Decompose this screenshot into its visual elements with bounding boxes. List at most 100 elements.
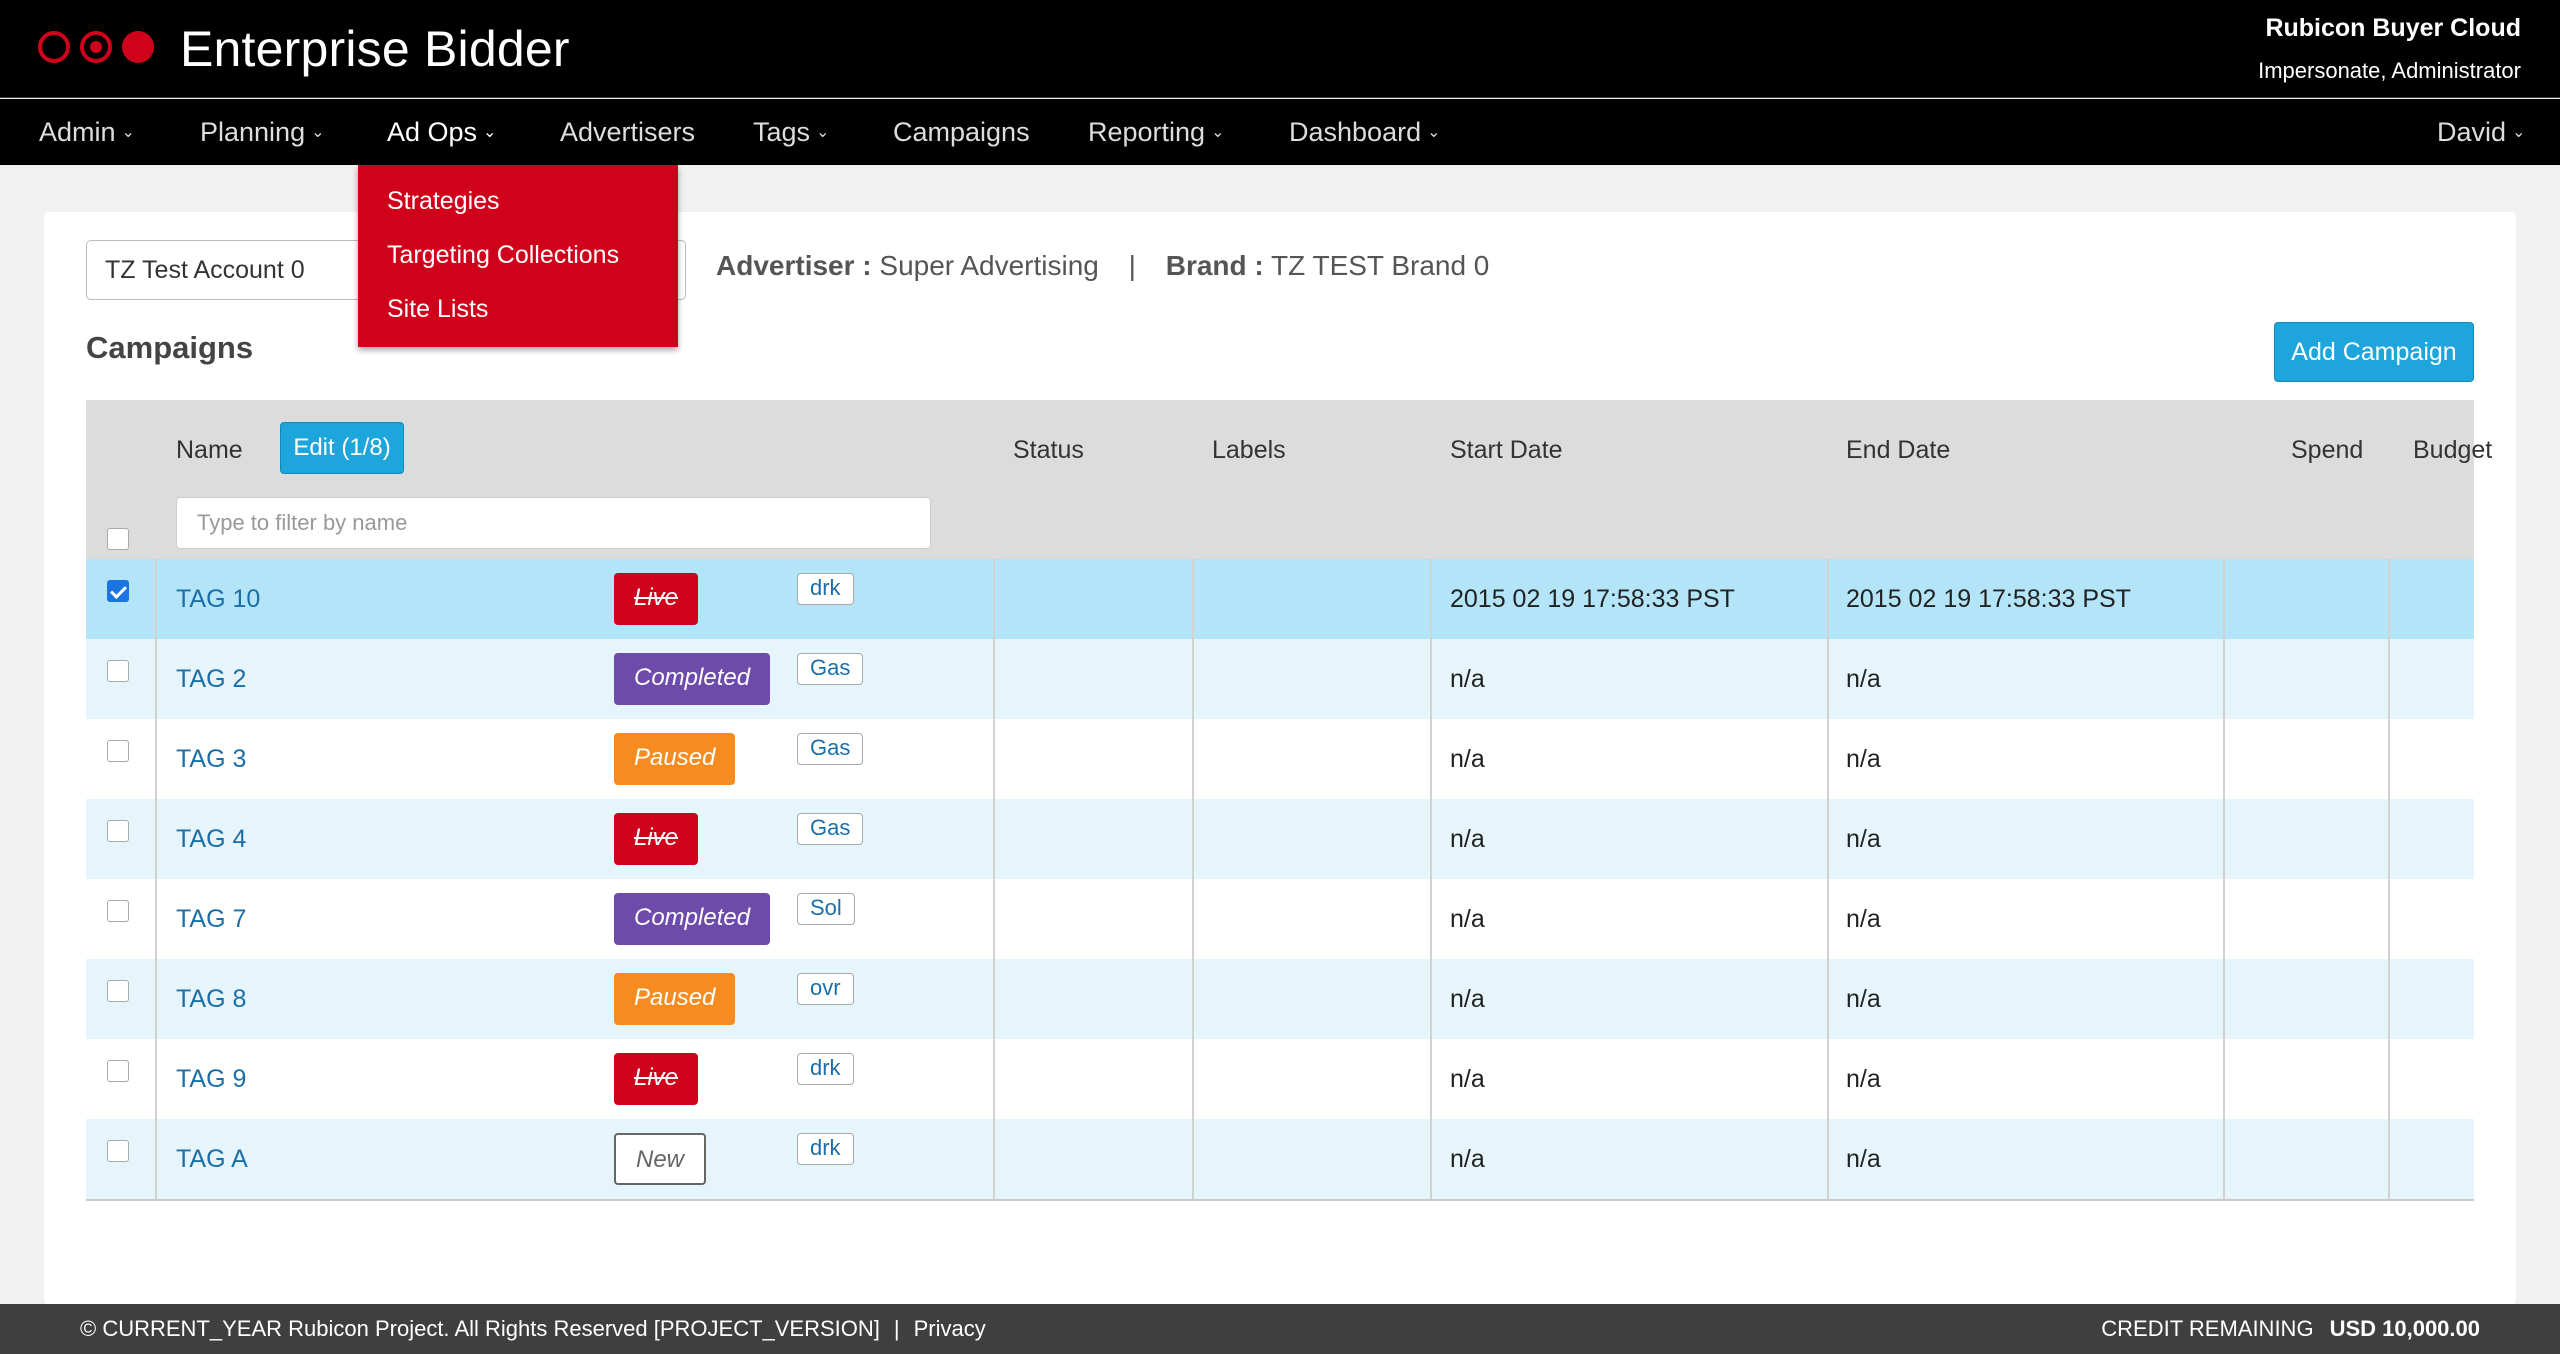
column-divider — [155, 559, 157, 639]
main-nav: Admin ⌄ Planning ⌄ Ad Ops ⌄ Advertisers Tag… — [0, 99, 2560, 165]
table-row[interactable]: TAG 4 Live Gas n/a n/a — [86, 799, 2474, 879]
label-tag[interactable]: Gas — [797, 813, 864, 845]
table-row[interactable]: TAG 8 Paused ovr n/a n/a — [86, 959, 2474, 1039]
nav-advertisers[interactable]: Advertisers — [560, 99, 695, 165]
col-budget[interactable]: Budget — [2413, 436, 2492, 465]
end-date: n/a — [1846, 905, 1881, 933]
add-campaign-button[interactable]: Add Campaign — [2274, 322, 2474, 382]
end-date: n/a — [1846, 665, 1881, 693]
row-checkbox[interactable] — [107, 820, 129, 842]
table-row[interactable]: TAG A New drk n/a n/a — [86, 1119, 2474, 1199]
nav-ad-ops[interactable]: Ad Ops ⌄ — [387, 99, 496, 165]
row-checkbox[interactable] — [107, 980, 129, 1002]
campaign-name-link[interactable]: TAG 10 — [176, 559, 260, 639]
campaign-name-link[interactable]: TAG 9 — [176, 1039, 246, 1119]
row-checkbox[interactable] — [107, 580, 129, 602]
campaign-name-link[interactable]: TAG 7 — [176, 879, 246, 959]
chevron-down-icon: ⌄ — [816, 124, 830, 141]
name-filter-input[interactable] — [176, 497, 931, 549]
col-status[interactable]: Status — [1013, 436, 1084, 465]
label-tag[interactable]: drk — [797, 1133, 854, 1165]
column-divider — [1430, 1119, 1432, 1199]
column-divider — [1192, 879, 1194, 959]
campaign-name-link[interactable]: TAG A — [176, 1119, 248, 1199]
campaign-name-link[interactable]: TAG 3 — [176, 719, 246, 799]
row-checkbox[interactable] — [107, 900, 129, 922]
status-badge: Live — [614, 573, 699, 625]
nav-tags[interactable]: Tags ⌄ — [753, 99, 829, 165]
main-card: TZ Test Account 0 Advertiser : Super Adv… — [44, 212, 2516, 1304]
status-badge: Paused — [614, 733, 736, 785]
column-divider — [1192, 959, 1194, 1039]
nav-label: Tags — [753, 117, 811, 147]
row-checkbox[interactable] — [107, 1060, 129, 1082]
start-date: n/a — [1450, 745, 1485, 773]
col-labels[interactable]: Labels — [1212, 436, 1286, 465]
column-divider — [993, 959, 995, 1039]
column-divider — [1827, 639, 1829, 719]
table-row[interactable]: TAG 9 Live drk n/a n/a — [86, 1039, 2474, 1119]
column-divider — [1827, 879, 1829, 959]
status-badge: New — [614, 1133, 707, 1185]
menu-item-strategies[interactable]: Strategies — [387, 187, 500, 216]
table-row[interactable]: TAG 7 Completed Sol n/a n/a — [86, 879, 2474, 959]
column-divider — [993, 879, 995, 959]
col-end-date[interactable]: End Date — [1846, 436, 1950, 465]
user-name: David — [2437, 117, 2507, 147]
nav-campaigns[interactable]: Campaigns — [893, 99, 1030, 165]
privacy-link[interactable]: Privacy — [914, 1316, 986, 1341]
row-checkbox[interactable] — [107, 1140, 129, 1162]
label-tag[interactable]: Gas — [797, 653, 864, 685]
label-tag[interactable]: drk — [797, 573, 854, 605]
footer-left: © CURRENT_YEAR Rubicon Project. All Righ… — [80, 1304, 986, 1354]
campaign-name-link[interactable]: TAG 4 — [176, 799, 246, 879]
label-tag[interactable]: drk — [797, 1053, 854, 1085]
nav-label: Planning — [200, 117, 306, 147]
row-checkbox[interactable] — [107, 660, 129, 682]
start-date: n/a — [1450, 825, 1485, 853]
table-row[interactable]: TAG 3 Paused Gas n/a n/a — [86, 719, 2474, 799]
table-row[interactable]: TAG 10 Live drk 2015 02 19 17:58:33 PST 2015… — [86, 559, 2474, 639]
brand-value: TZ TEST Brand 0 — [1271, 250, 1490, 281]
column-divider — [2388, 799, 2390, 879]
table-row[interactable]: TAG 2 Completed Gas n/a n/a — [86, 639, 2474, 719]
column-divider — [2388, 559, 2390, 639]
label-tag[interactable]: Gas — [797, 733, 864, 765]
nav-reporting[interactable]: Reporting ⌄ — [1088, 99, 1224, 165]
label-tag[interactable]: ovr — [797, 973, 854, 1005]
campaign-name-link[interactable]: TAG 8 — [176, 959, 246, 1039]
status-badge: Live — [614, 1053, 699, 1105]
menu-item-site-lists[interactable]: Site Lists — [387, 295, 488, 324]
brand-logo[interactable] — [38, 30, 154, 64]
footer-separator: | — [893, 1316, 900, 1341]
col-name[interactable]: Name — [176, 436, 243, 465]
col-start-date[interactable]: Start Date — [1450, 436, 1563, 465]
campaign-name-link[interactable]: TAG 2 — [176, 639, 246, 719]
chevron-down-icon: ⌄ — [311, 124, 325, 141]
separator: | — [1128, 250, 1136, 281]
start-date: n/a — [1450, 1065, 1485, 1093]
copyright: © CURRENT_YEAR Rubicon Project. All Righ… — [80, 1316, 880, 1341]
menu-item-targeting-collections[interactable]: Targeting Collections — [387, 241, 619, 270]
column-divider — [993, 639, 995, 719]
status-badge: Completed — [614, 893, 771, 945]
column-divider — [2223, 1039, 2225, 1119]
impersonate-link[interactable]: Impersonate, Administrator — [2258, 58, 2521, 84]
campaigns-heading: Campaigns — [86, 330, 254, 365]
col-spend[interactable]: Spend — [2291, 436, 2363, 465]
label-tag[interactable]: Sol — [797, 893, 855, 925]
column-divider — [1192, 1039, 1194, 1119]
nav-label: Dashboard — [1289, 117, 1422, 147]
select-all-checkbox[interactable] — [107, 528, 129, 550]
status-badge: Live — [614, 813, 699, 865]
campaigns-table: Name Edit (1/8) Status Labels Start Date… — [86, 400, 2492, 1201]
table-body: TAG 10 Live drk 2015 02 19 17:58:33 PST 2015… — [86, 559, 2474, 1199]
user-menu[interactable]: David ⌄ — [2437, 99, 2525, 165]
edit-button[interactable]: Edit (1/8) — [280, 422, 404, 474]
column-divider — [1430, 1039, 1432, 1119]
nav-dashboard[interactable]: Dashboard ⌄ — [1289, 99, 1441, 165]
nav-planning[interactable]: Planning ⌄ — [200, 99, 325, 165]
nav-admin[interactable]: Admin ⌄ — [39, 99, 135, 165]
advertiser-label: Advertiser : — [716, 250, 872, 281]
row-checkbox[interactable] — [107, 740, 129, 762]
